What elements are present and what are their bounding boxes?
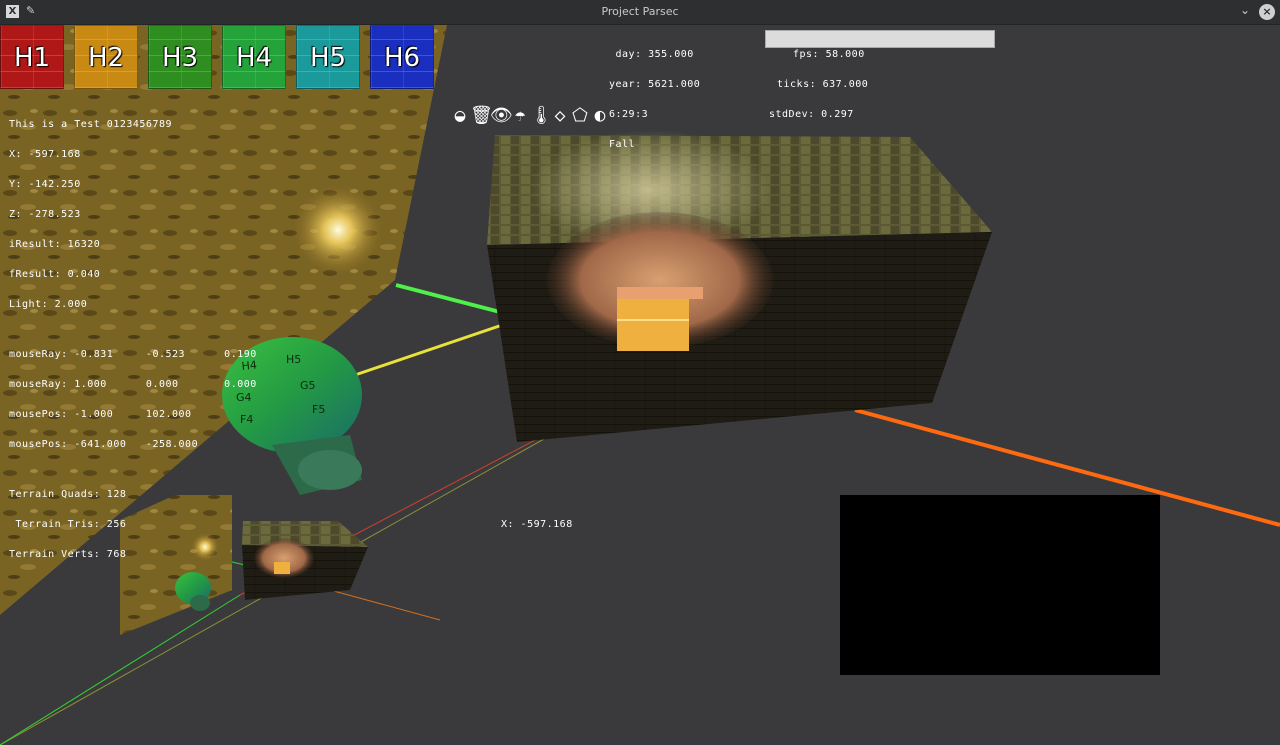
- diamond-icon[interactable]: ◇: [550, 105, 570, 126]
- debug-line: Y: -142.250: [9, 179, 81, 190]
- window-titlebar: X ✎ Project Parsec ⌄ ×: [0, 0, 1280, 25]
- stats-overlay: fps: 58.000 ticks: 637.000 stdDev: 0.297: [769, 30, 868, 140]
- minimap-panel: [840, 495, 1160, 675]
- season-readout: Fall: [609, 139, 636, 150]
- ticks-readout: ticks: 637.000: [777, 79, 869, 90]
- stddev-readout: stdDev: 0.297: [769, 109, 854, 120]
- hotbar-slot-h6[interactable]: H6: [370, 25, 434, 89]
- chevron-down-icon[interactable]: ⌄: [1240, 3, 1250, 17]
- svg-text:F5: F5: [312, 403, 325, 416]
- weather-icon[interactable]: ◒: [450, 105, 470, 126]
- game-viewport[interactable]: H4 H5 G4 G5 F4 F5 H1 H2 H3 H4 H5 H6 This…: [0, 25, 1280, 745]
- debug-line: mousePos: -1.000 102.000: [9, 409, 192, 420]
- svg-text:H5: H5: [286, 353, 301, 366]
- debug-overlay: This is a Test 0123456789 X: -597.168 Y:…: [9, 100, 257, 580]
- debug-line: fResult: 0.040: [9, 269, 101, 280]
- house-door: [617, 293, 689, 351]
- debug-line: mousePos: -641.000 -258.000: [9, 439, 199, 450]
- debug-line: This is a Test 0123456789: [9, 119, 173, 130]
- cursor-coordinate: X: -597.168: [501, 519, 573, 530]
- umbrella-icon[interactable]: ☂: [510, 105, 530, 126]
- debug-line: Light: 2.000: [9, 299, 88, 310]
- debug-line: Terrain Verts: 768: [9, 549, 127, 560]
- hotbar-slot-h3[interactable]: H3: [148, 25, 212, 89]
- close-icon[interactable]: ×: [1259, 4, 1275, 20]
- debug-line: Terrain Quads: 128: [9, 489, 127, 500]
- day-readout: day: 355.000: [609, 49, 694, 60]
- half-circle-icon[interactable]: ◐: [590, 105, 610, 126]
- debug-line: mouseRay: -0.831 -0.523 0.190: [9, 349, 257, 360]
- time-overlay: day: 355.000 year: 5621.000 6:29:3 Fall: [609, 30, 700, 170]
- hotbar-slot-h4[interactable]: H4: [222, 25, 286, 89]
- hotbar-slot-h1[interactable]: H1: [0, 25, 64, 89]
- thermometer-icon[interactable]: 🌡: [530, 105, 553, 126]
- debug-line: X: -597.168: [9, 149, 81, 160]
- window-title: Project Parsec: [601, 5, 679, 18]
- hotbar-slot-h5[interactable]: H5: [296, 25, 360, 89]
- year-readout: year: 5621.000: [609, 79, 701, 90]
- debug-line: mouseRay: 1.000 0.000 0.000: [9, 379, 257, 390]
- debug-line: Terrain Tris: 256: [9, 519, 127, 530]
- svg-text:G5: G5: [300, 379, 316, 392]
- eye-icon[interactable]: 👁: [490, 105, 513, 126]
- pentagon-icon[interactable]: ⬠: [570, 105, 590, 126]
- trash-icon[interactable]: 🗑: [470, 105, 493, 126]
- fps-readout: fps: 58.000: [793, 49, 865, 60]
- terrain-light-spot: [293, 185, 383, 275]
- axis-line-green: [395, 283, 501, 314]
- clock-readout: 6:29:3: [609, 109, 649, 120]
- debug-line: Z: -278.523: [9, 209, 81, 220]
- hotbar-slot-h2[interactable]: H2: [74, 25, 138, 89]
- debug-line: iResult: 16320: [9, 239, 101, 250]
- status-icons: ◒ 🗑👁☂ 🌡◇ ⬠ ◐: [450, 105, 610, 126]
